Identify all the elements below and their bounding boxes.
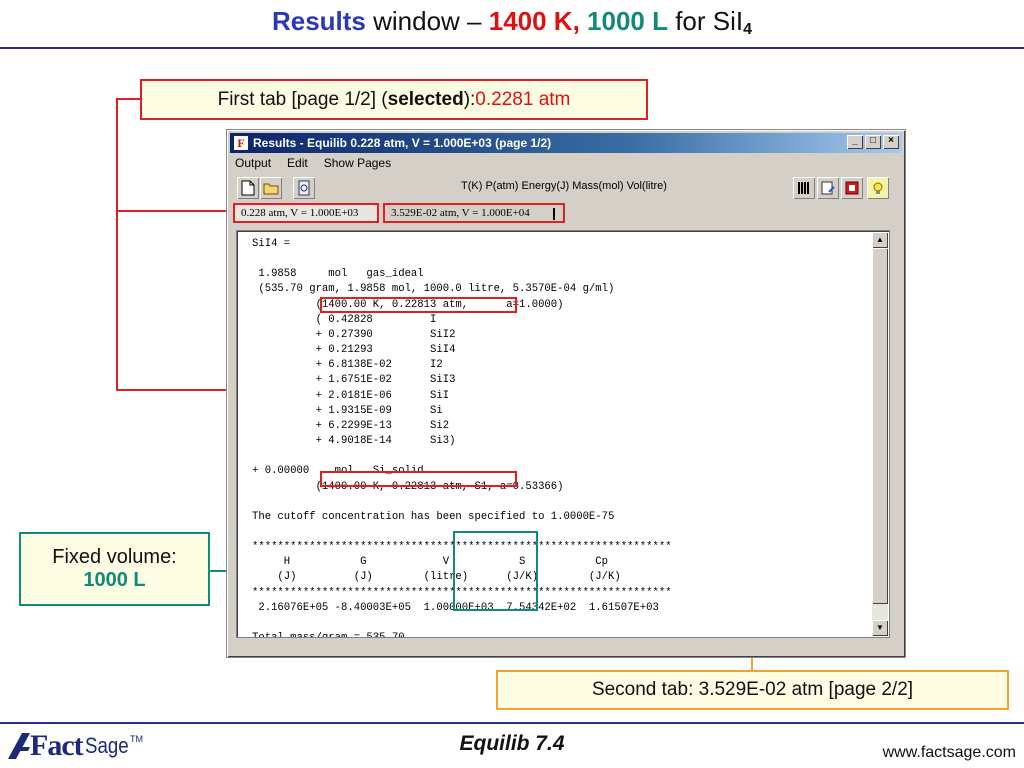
results-line: 1.9858 mol gas_ideal bbox=[252, 268, 424, 281]
menu-output[interactable]: Output bbox=[233, 155, 273, 173]
title-divider bbox=[0, 47, 1024, 49]
title-species: for SiI bbox=[667, 6, 744, 36]
print-preview-icon[interactable] bbox=[293, 177, 315, 199]
first-callout-selected: selected bbox=[387, 88, 464, 110]
results-text: SiI4 = 1.9858 mol gas_ideal (535.70 gram… bbox=[252, 237, 672, 637]
factsage-app-icon: F bbox=[234, 136, 248, 150]
close-button[interactable]: × bbox=[883, 135, 899, 149]
results-line: + 1.6751E-02 SiI3 bbox=[252, 374, 456, 387]
bookmark-icon[interactable] bbox=[841, 177, 863, 199]
new-page-icon[interactable] bbox=[237, 177, 259, 199]
edit-page-icon[interactable] bbox=[817, 177, 839, 199]
results-line: 2.16076E+05 -8.40003E+05 1.00000E+03 7.5… bbox=[252, 601, 659, 614]
fixed-volume-callout: Fixed volume: 1000 L bbox=[19, 532, 210, 606]
results-line: (J) (J) (litre) (J/K) (J/K) bbox=[252, 571, 621, 584]
maximize-button[interactable]: □ bbox=[865, 135, 881, 149]
fork-knife-icon[interactable] bbox=[793, 177, 815, 199]
title-temperature: 1400 K bbox=[488, 6, 573, 36]
second-callout-text: Second tab: 3.529E-02 atm [page 2/2] bbox=[591, 679, 914, 700]
scroll-up-arrow-icon[interactable]: ▲ bbox=[872, 232, 888, 248]
fixed-volume-label: Fixed volume: bbox=[52, 546, 177, 568]
results-line: H G V S Cp bbox=[252, 556, 609, 569]
tab-page-1[interactable]: 0.228 atm, V = 1.000E+03 bbox=[233, 203, 379, 223]
window-controls: _ □ × bbox=[847, 135, 899, 149]
scroll-down-arrow-icon[interactable]: ▼ bbox=[872, 620, 888, 636]
title-window-word: window – bbox=[365, 6, 489, 36]
footer-program-version: Equilib 7.4 bbox=[459, 732, 565, 755]
lightbulb-icon[interactable] bbox=[867, 177, 889, 199]
vertical-scrollbar[interactable]: ▲ ▼ bbox=[872, 232, 888, 636]
toolbar: T(K) P(atm) Energy(J) Mass(mol) Vol(litr… bbox=[233, 176, 899, 202]
first-callout-mid: ): bbox=[463, 88, 476, 110]
results-line: (535.70 gram, 1.9858 mol, 1000.0 litre, … bbox=[252, 283, 615, 296]
results-line: + 4.9018E-14 Si3) bbox=[252, 435, 456, 448]
tab-page-2[interactable]: 3.529E-02 atm, V = 1.000E+04 bbox=[383, 203, 565, 223]
results-line: ( 0.42828 I bbox=[252, 313, 437, 326]
second-tab-callout: Second tab: 3.529E-02 atm [page 2/2] bbox=[496, 670, 1009, 710]
first-callout-value: 0.2281 atm bbox=[475, 88, 571, 110]
fixed-volume-value: 1000 L bbox=[83, 569, 146, 591]
first-callout-prefix: First tab [page 1/2] ( bbox=[217, 88, 388, 110]
results-line: + 2.0181E-06 SiI bbox=[252, 389, 450, 402]
results-line: + 6.2299E-13 Si2 bbox=[252, 419, 450, 432]
results-line bbox=[252, 252, 672, 267]
results-line bbox=[252, 495, 672, 510]
results-line: + 0.27390 SiI2 bbox=[252, 328, 456, 341]
title-volume: 1000 L bbox=[579, 6, 668, 36]
menu-bar: Output Edit Show Pages bbox=[233, 155, 393, 173]
menu-edit[interactable]: Edit bbox=[285, 155, 310, 173]
minimize-button[interactable]: _ bbox=[847, 135, 863, 149]
results-line: (1400.00 K, 0.22813 atm, S1, a=0.53366) bbox=[252, 480, 564, 493]
results-line: The cutoff concentration has been specif… bbox=[252, 510, 615, 523]
title-subscript: 4 bbox=[743, 21, 753, 38]
results-line: + 1.9315E-09 Si bbox=[252, 404, 443, 417]
results-line bbox=[252, 449, 672, 464]
open-folder-icon[interactable] bbox=[260, 177, 282, 199]
first-tab-callout: First tab [page 1/2] (selected): 0.2281 … bbox=[140, 79, 648, 120]
scroll-thumb[interactable] bbox=[872, 248, 888, 604]
results-line: SiI4 = bbox=[252, 238, 291, 250]
page-tabs: 0.228 atm, V = 1.000E+03 3.529E-02 atm, … bbox=[233, 203, 899, 225]
menu-show-pages[interactable]: Show Pages bbox=[322, 155, 393, 173]
tab-page-2-label: 3.529E-02 atm, V = 1.000E+04 bbox=[391, 207, 530, 219]
results-line bbox=[252, 525, 672, 540]
title-results-word: Results bbox=[271, 6, 366, 36]
tab-page-1-label: 0.228 atm, V = 1.000E+03 bbox=[241, 207, 359, 219]
results-line: ****************************************… bbox=[252, 541, 672, 554]
window-titlebar[interactable]: F Results - Equilib 0.228 atm, V = 1.000… bbox=[230, 133, 902, 153]
results-line: Total mass/gram = 535.70 bbox=[252, 631, 672, 637]
results-line bbox=[252, 616, 672, 631]
results-line: + 6.8138E-02 I2 bbox=[252, 359, 443, 372]
unit-labels: T(K) P(atm) Energy(J) Mass(mol) Vol(litr… bbox=[461, 180, 667, 192]
results-line: + 0.21293 SiI4 bbox=[252, 344, 456, 357]
footer-url: www.factsage.com bbox=[882, 744, 1016, 761]
results-line: ****************************************… bbox=[252, 586, 672, 599]
results-window: F Results - Equilib 0.228 atm, V = 1.000… bbox=[226, 129, 906, 658]
footer-divider bbox=[0, 722, 1024, 724]
results-text-area[interactable]: SiI4 = 1.9858 mol gas_ideal (535.70 gram… bbox=[236, 230, 890, 638]
title-comma: , bbox=[572, 6, 580, 36]
results-line: (1400.00 K, 0.22813 atm, a=1.0000) bbox=[252, 298, 564, 311]
window-title: Results - Equilib 0.228 atm, V = 1.000E+… bbox=[253, 136, 552, 150]
slide-title: Results window – 1400 K, 1000 L for SiI4 bbox=[0, 6, 1024, 39]
results-line: + 0.00000 mol Si_solid bbox=[252, 465, 424, 478]
